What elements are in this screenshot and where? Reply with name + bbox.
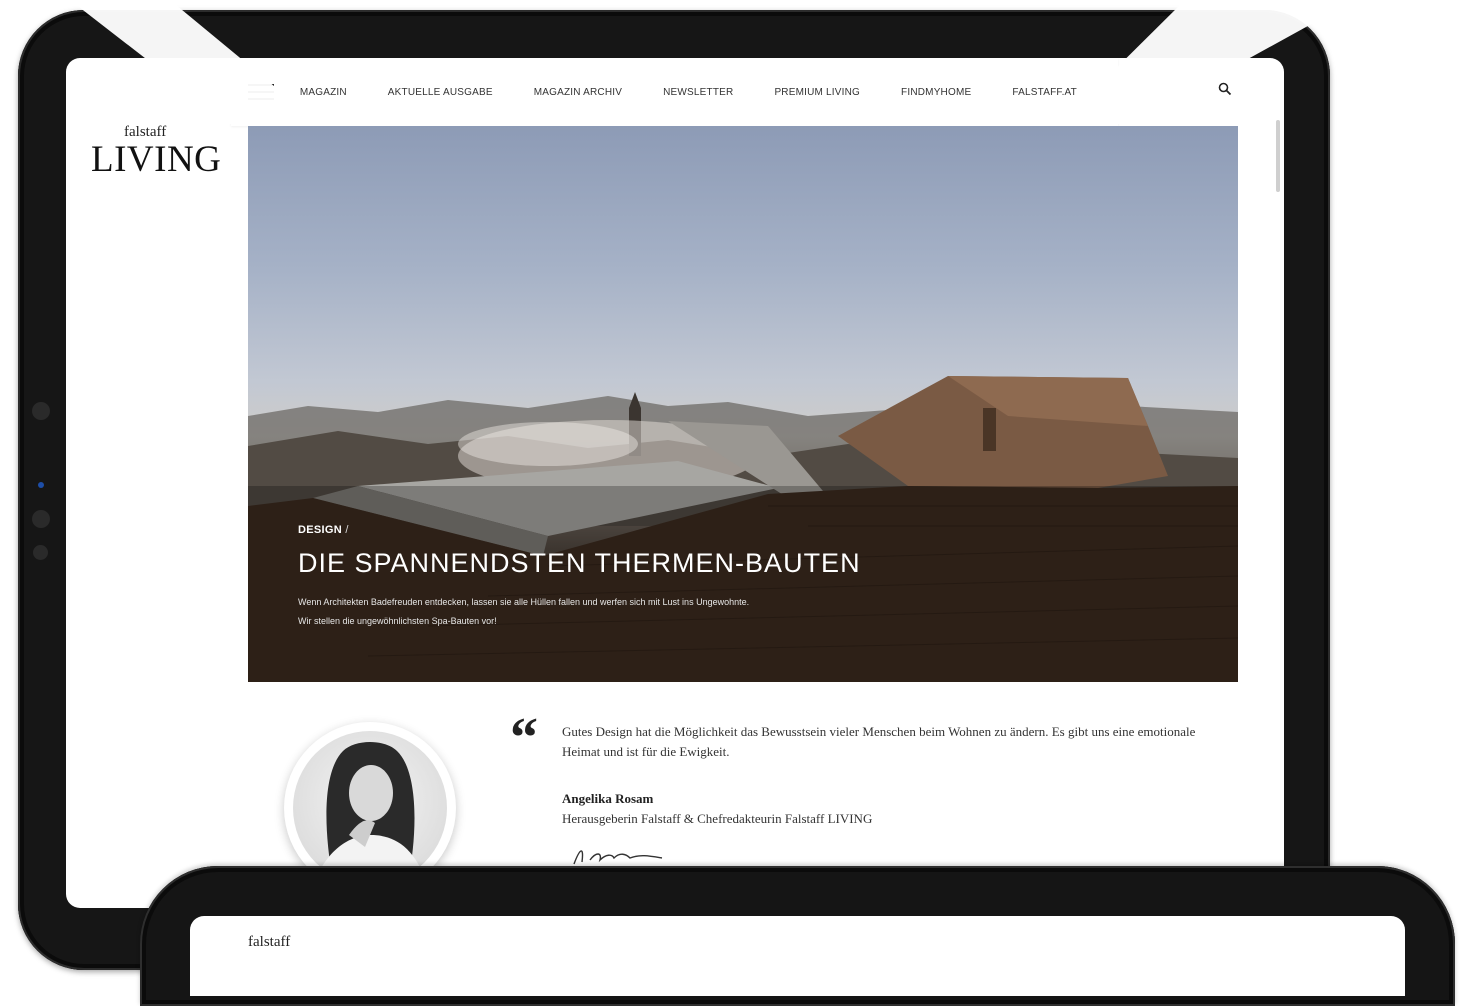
- tablet-back-screen: MAGAZIN AKTUELLE AUSGABE MAGAZIN ARCHIV …: [66, 58, 1284, 908]
- hamburger-menu-icon[interactable]: [248, 84, 274, 100]
- quote-author-role: Herausgeberin Falstaff & Chefredakteurin…: [562, 811, 873, 826]
- scrollbar[interactable]: [1276, 120, 1280, 192]
- quote-mark-icon: “: [510, 707, 538, 769]
- logo-living[interactable]: LIVING: [91, 138, 221, 181]
- tablet-sensor-dot: [33, 545, 48, 560]
- hero-description-line: Wir stellen die ungewöhnlichsten Spa-Bau…: [298, 616, 497, 626]
- hero-description-line: Wenn Architekten Badefreuden entdecken, …: [298, 597, 750, 607]
- nav-item-aktuelle-ausgabe[interactable]: AKTUELLE AUSGABE: [388, 87, 493, 98]
- nav-item-premium-living[interactable]: PREMIUM LIVING: [774, 87, 860, 98]
- nav-item-newsletter[interactable]: NEWSLETTER: [663, 87, 733, 98]
- hero-category[interactable]: DESIGN /: [298, 524, 349, 536]
- tablet-camera-dot: [38, 482, 44, 488]
- tablet-sensor-dot: [32, 402, 50, 420]
- nav-item-magazin[interactable]: MAGAZIN: [300, 87, 347, 98]
- tablet-front-screen: [190, 916, 1405, 996]
- tablet-sensor-dot: [32, 510, 50, 528]
- nav-item-falstaff-at[interactable]: FALSTAFF.AT: [1012, 87, 1077, 98]
- nav-item-magazin-archiv[interactable]: MAGAZIN ARCHIV: [534, 87, 622, 98]
- top-navigation-bar: MAGAZIN AKTUELLE AUSGABE MAGAZIN ARCHIV …: [231, 58, 1118, 126]
- signature-image: [573, 850, 663, 865]
- hero-category-separator: /: [345, 524, 349, 536]
- search-icon[interactable]: [1218, 82, 1232, 96]
- quote-text: Gutes Design hat die Möglichkeit das Bew…: [562, 724, 1196, 759]
- logo-falstaff-front: falstaff: [248, 934, 291, 950]
- nav-item-findmyhome[interactable]: FINDMYHOME: [901, 87, 971, 98]
- avatar-photo: [293, 731, 447, 885]
- hero-title[interactable]: DIE SPANNENDSTEN THERMEN-BAUTEN: [298, 548, 861, 579]
- hero-banner[interactable]: DESIGN / DIE SPANNENDSTEN THERMEN-BAUTEN…: [248, 126, 1238, 682]
- quote-author-name: Angelika Rosam: [562, 791, 654, 806]
- hero-description: Wenn Architekten Badefreuden entdecken, …: [298, 593, 978, 631]
- hero-category-label[interactable]: DESIGN: [298, 524, 342, 536]
